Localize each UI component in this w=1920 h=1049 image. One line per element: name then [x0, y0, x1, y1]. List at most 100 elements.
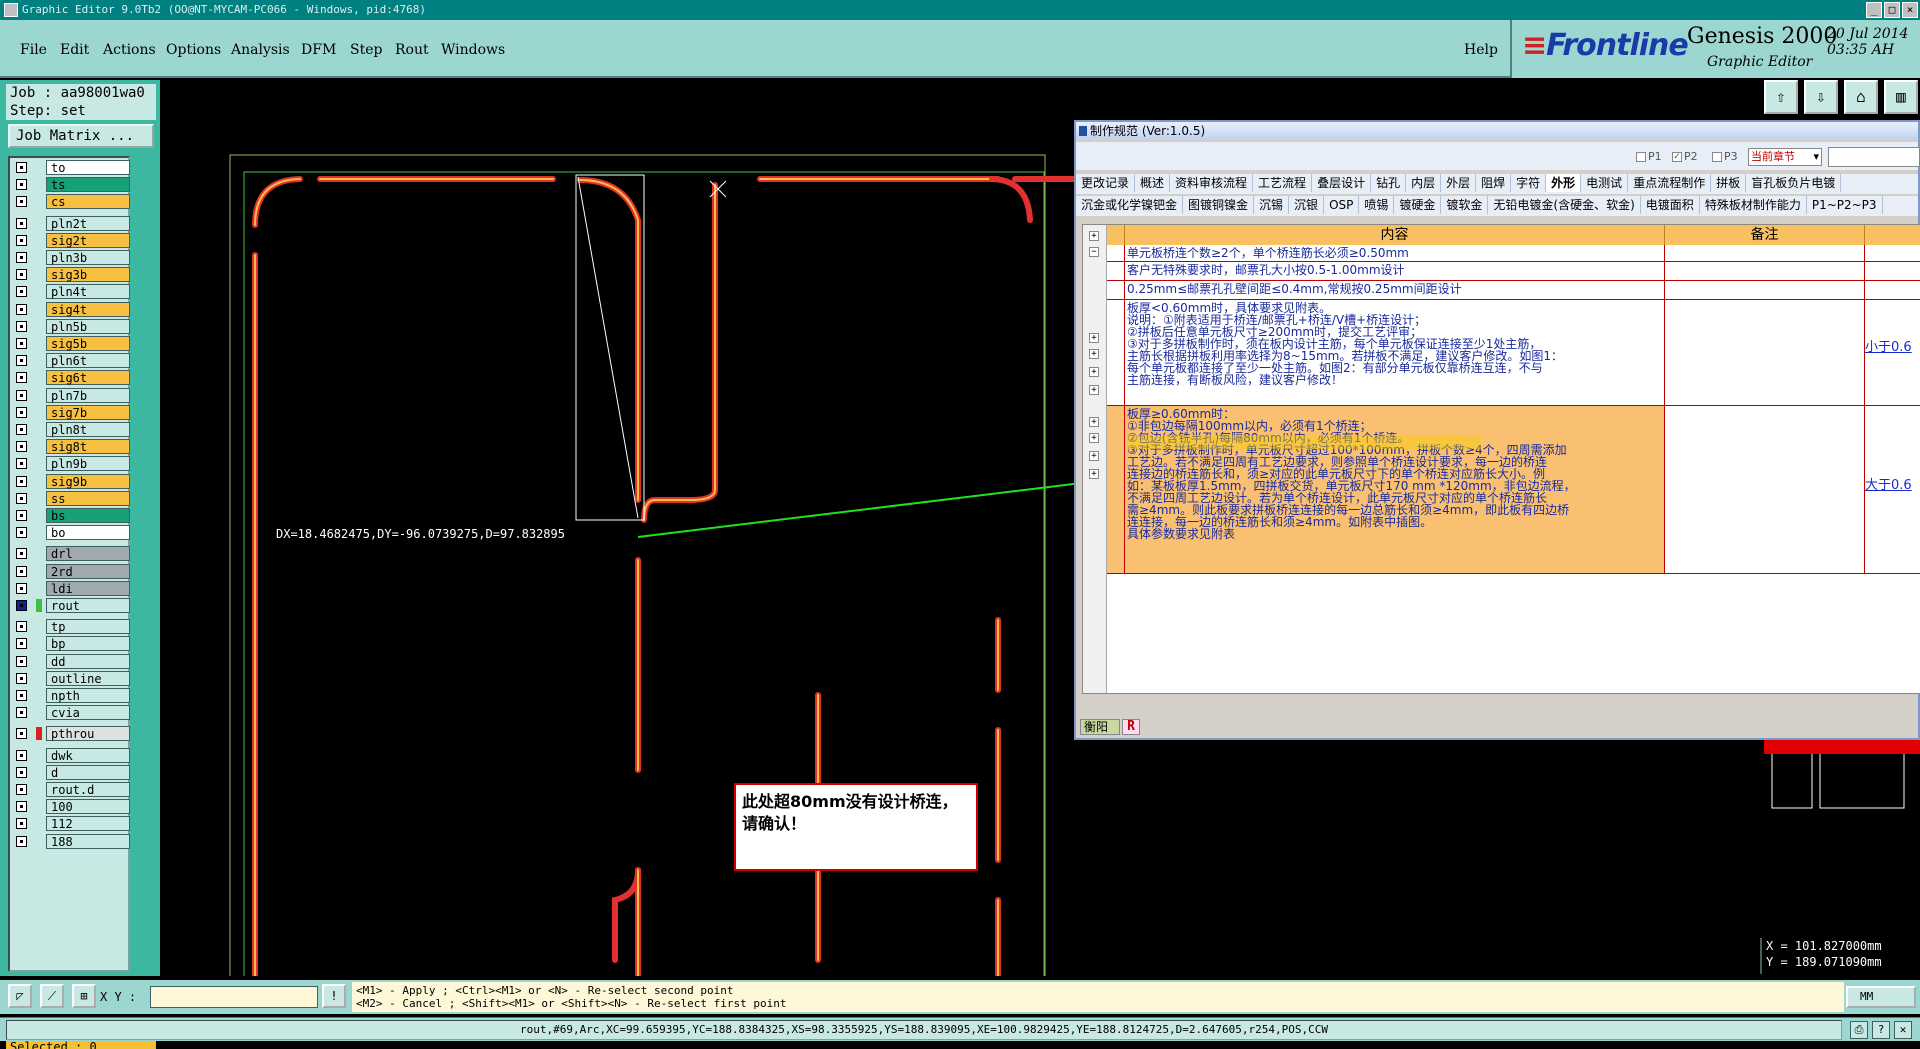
dialog-tab[interactable]: 电镀面积	[1641, 196, 1700, 214]
layer-row-to[interactable]: to	[12, 160, 130, 175]
layer-checkbox[interactable]	[16, 600, 27, 611]
layer-checkbox[interactable]	[16, 217, 27, 229]
expand-icon[interactable]: +	[1089, 417, 1099, 427]
layer-name[interactable]: npth	[46, 688, 130, 703]
layer-checkbox[interactable]	[16, 475, 27, 487]
panel-icon[interactable]: ▥	[1884, 80, 1918, 114]
layer-name[interactable]: sig3b	[46, 267, 130, 283]
layer-name[interactable]: pln3b	[46, 250, 130, 265]
dialog-tab[interactable]: 重点流程制作	[1628, 174, 1712, 192]
layer-row-d[interactable]: d	[12, 764, 130, 780]
flag-r[interactable]: R	[1122, 719, 1140, 735]
layer-row-ss[interactable]: ss	[12, 490, 130, 506]
layer-row-sig6t[interactable]: sig6t	[12, 370, 130, 386]
layer-name[interactable]: pln4t	[46, 284, 130, 300]
layer-row-pln7b[interactable]: pln7b	[12, 387, 130, 403]
dialog-tab[interactable]: 喷锡	[1359, 196, 1395, 214]
menu-file[interactable]: File	[20, 42, 47, 58]
layer-row-ts[interactable]: ts	[12, 177, 130, 193]
layer-checkbox[interactable]	[16, 179, 27, 191]
dialog-tab[interactable]: 字符	[1511, 174, 1547, 192]
menu-options[interactable]: Options	[166, 42, 221, 58]
layer-name[interactable]: pln2t	[46, 215, 130, 231]
dialog-tab[interactable]: 镀硬金	[1394, 196, 1442, 214]
layer-checkbox[interactable]	[16, 835, 27, 847]
layer-name[interactable]: ldi	[46, 580, 130, 596]
layer-checkbox[interactable]	[16, 269, 27, 281]
help-icon[interactable]: ?	[1872, 1021, 1890, 1039]
expand-icon[interactable]: +	[1089, 349, 1099, 359]
layer-row-sig4t[interactable]: sig4t	[12, 301, 130, 317]
layer-name[interactable]: sig8t	[46, 439, 130, 455]
dialog-tab[interactable]: 图镀铜镍金	[1183, 196, 1255, 214]
dialog-tab[interactable]: 沉银	[1289, 196, 1325, 214]
expand-icon[interactable]: +	[1089, 451, 1099, 461]
layer-name[interactable]: pln7b	[46, 387, 130, 403]
layer-row-bo[interactable]: bo	[12, 525, 130, 541]
export-icon[interactable]: ⇧	[1764, 80, 1798, 114]
layer-name[interactable]: pln6t	[46, 353, 130, 369]
layer-name[interactable]: rout	[46, 598, 130, 613]
dialog-tab[interactable]: 无铅电镀金(含硬金、软金)	[1488, 196, 1641, 214]
layer-row-2rd[interactable]: 2rd	[12, 563, 130, 579]
expand-icon[interactable]: +	[1089, 333, 1099, 343]
layer-row-dwk[interactable]: dwk	[12, 747, 130, 763]
grid-row-highlighted[interactable]: 板厚≥0.60mm时： ①非包边每隔100mm以内，必须有1个桥连； ②包边(含…	[1107, 406, 1920, 574]
layer-checkbox[interactable]	[16, 372, 27, 384]
grid-row[interactable]: 单元板桥连个数≥2个，单个桥连筋长必须≥0.50mm	[1107, 245, 1920, 262]
menu-step[interactable]: Step	[350, 42, 382, 58]
layer-name[interactable]: pthrou	[46, 726, 130, 742]
layer-row-pthrou[interactable]: pthrou	[12, 726, 130, 742]
layer-checkbox[interactable]	[16, 492, 27, 504]
layer-row-sig9b[interactable]: sig9b	[12, 473, 130, 489]
layer-checkbox[interactable]	[16, 672, 27, 684]
layer-checkbox[interactable]	[16, 196, 27, 208]
dialog-tab[interactable]: 沉锡	[1254, 196, 1290, 214]
layer-checkbox[interactable]	[16, 320, 27, 332]
layer-row-dd[interactable]: dd	[12, 653, 130, 669]
dialog-tab[interactable]: 外形	[1546, 174, 1582, 192]
layer-row-pln6t[interactable]: pln6t	[12, 353, 130, 369]
select-tool-icon[interactable]: ◸	[8, 984, 32, 1008]
layer-name[interactable]: sig5b	[46, 336, 130, 351]
layer-row-bs[interactable]: bs	[12, 508, 130, 523]
layer-checkbox[interactable]	[16, 707, 27, 719]
grid-tool-icon[interactable]: ⊞	[72, 984, 96, 1008]
layer-row-rout[interactable]: rout	[12, 598, 130, 613]
layer-row-pln9b[interactable]: pln9b	[12, 456, 130, 472]
expand-icon[interactable]: +	[1089, 469, 1099, 479]
layer-row-outline[interactable]: outline	[12, 670, 130, 686]
dialog-tab[interactable]: 拼板	[1711, 174, 1747, 192]
layer-name[interactable]: sig4t	[46, 301, 130, 317]
expand-icon[interactable]: +	[1089, 385, 1099, 395]
layer-row-drl[interactable]: drl	[12, 546, 130, 562]
layer-checkbox[interactable]	[16, 162, 27, 173]
layer-checkbox[interactable]	[16, 621, 27, 633]
layer-name[interactable]: sig7b	[46, 404, 130, 420]
layer-checkbox[interactable]	[16, 406, 27, 418]
layer-checkbox[interactable]	[16, 749, 27, 761]
dialog-tab[interactable]: 特殊板材制作能力	[1700, 196, 1807, 214]
dialog-tab[interactable]: 概述	[1135, 174, 1171, 192]
layer-name[interactable]: 188	[46, 833, 130, 849]
menu-dfm[interactable]: DFM	[301, 42, 336, 58]
layer-name[interactable]: sig2t	[46, 232, 130, 248]
layer-row-npth[interactable]: npth	[12, 688, 130, 703]
expand-icon[interactable]: +	[1089, 433, 1099, 443]
dialog-tab[interactable]: 工艺流程	[1253, 174, 1313, 192]
layer-row-tp[interactable]: tp	[12, 619, 130, 635]
layer-checkbox[interactable]	[16, 766, 27, 778]
menu-edit[interactable]: Edit	[60, 42, 89, 58]
layer-name[interactable]: pln9b	[46, 456, 130, 472]
dialog-tab[interactable]: 钻孔	[1371, 174, 1407, 192]
layer-row-pln2t[interactable]: pln2t	[12, 215, 130, 231]
grid-row[interactable]: 板厚<0.60mm时，具体要求见附表。 说明：①附表适用于桥连/邮票孔+桥连/V…	[1107, 300, 1920, 406]
dialog-search-input[interactable]	[1828, 147, 1920, 167]
layer-name[interactable]: dwk	[46, 747, 130, 763]
dialog-tab[interactable]: 镀软金	[1441, 196, 1489, 214]
layer-checkbox[interactable]	[16, 690, 27, 701]
layer-checkbox[interactable]	[16, 252, 27, 263]
menu-windows[interactable]: Windows	[441, 42, 505, 58]
layer-name[interactable]: pln5b	[46, 318, 130, 334]
dialog-tab[interactable]: 盲孔板负片电镀	[1746, 174, 1842, 192]
